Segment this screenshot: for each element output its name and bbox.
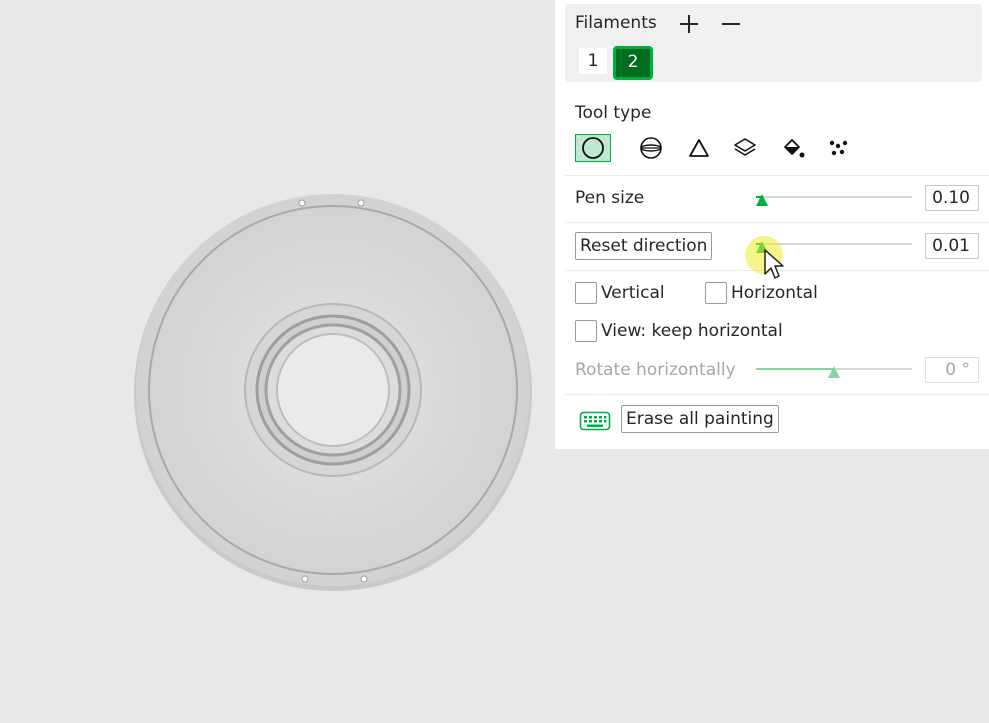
filaments-group: Filaments 1 2 (565, 4, 982, 82)
spool-model[interactable] (130, 190, 536, 596)
divider (565, 222, 989, 223)
tool-type-row (575, 134, 875, 164)
divider (565, 175, 989, 176)
vertical-label: Vertical (601, 283, 665, 303)
minus-icon[interactable] (719, 12, 743, 36)
filaments-title: Filaments (575, 13, 657, 33)
layers-icon[interactable] (727, 134, 763, 162)
direction-value[interactable]: 0.01 (925, 233, 979, 259)
erase-all-painting-button[interactable]: Erase all painting (621, 405, 779, 433)
fill-bucket-icon[interactable] (775, 134, 811, 162)
gap-fill-icon[interactable] (821, 134, 857, 162)
keep-horizontal-checkbox[interactable] (575, 320, 597, 342)
filament-1-button[interactable]: 1 (579, 48, 607, 74)
horizontal-checkbox[interactable] (705, 282, 727, 304)
rotate-slider[interactable] (756, 363, 912, 379)
pen-size-slider[interactable] (756, 191, 912, 207)
filament-2-button[interactable]: 2 (613, 46, 653, 80)
keep-horizontal-label: View: keep horizontal (601, 321, 783, 341)
circle-icon[interactable] (575, 134, 611, 162)
rotate-horizontally-label: Rotate horizontally (575, 360, 736, 380)
pen-size-value[interactable]: 0.10 (925, 185, 979, 211)
rotate-value[interactable]: 0 ° (925, 357, 979, 383)
pen-size-label: Pen size (575, 188, 645, 208)
triangle-icon[interactable] (681, 134, 717, 162)
horizontal-label: Horizontal (731, 283, 818, 303)
reset-direction-button[interactable]: Reset direction (575, 232, 713, 260)
tool-type-label: Tool type (575, 103, 652, 123)
keyboard-icon[interactable] (579, 410, 611, 436)
vertical-checkbox[interactable] (575, 282, 597, 304)
sphere-icon[interactable] (633, 134, 669, 162)
divider (565, 394, 989, 395)
paint-tool-panel: Filaments 1 2 Tool type Pen size 0.10 Re… (555, 0, 989, 449)
mouse-cursor-icon (764, 249, 784, 279)
plus-icon[interactable] (677, 12, 701, 36)
